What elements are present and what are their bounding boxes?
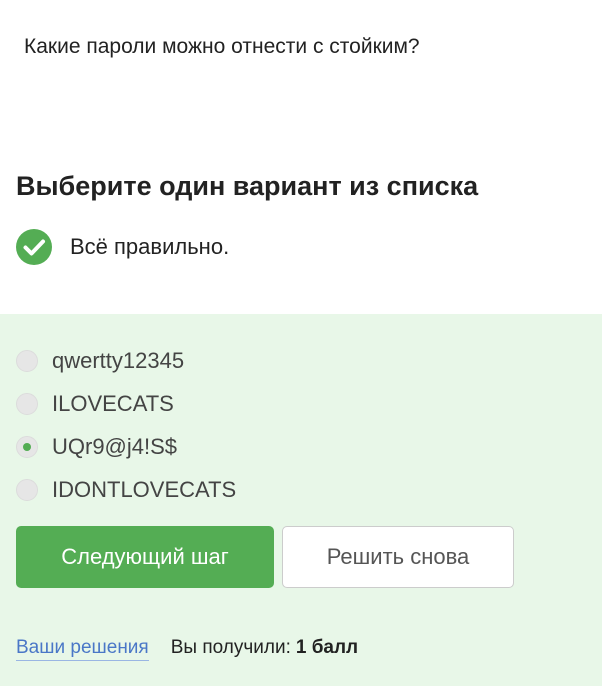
option-label[interactable]: ILOVECATS [52, 391, 174, 417]
step-page: Какие пароли можно отнести с стойким? Вы… [0, 0, 602, 686]
option-item[interactable]: IDONTLOVECATS [16, 468, 236, 511]
question-text: Какие пароли можно отнести с стойким? [24, 35, 420, 58]
feedback-text: Всё правильно. [70, 234, 230, 259]
answer-panel: qwertty12345 ILOVECATS UQr9@j4!S$ IDONTL… [0, 314, 602, 686]
check-circle-icon [16, 229, 52, 265]
options-list: qwertty12345 ILOVECATS UQr9@j4!S$ IDONTL… [16, 339, 236, 511]
result-footer: Ваши решения Вы получили: 1 балл [16, 637, 358, 661]
action-buttons: Следующий шаг Решить снова [16, 526, 514, 588]
feedback-correct: Всё правильно. [16, 229, 229, 265]
next-step-button[interactable]: Следующий шаг [16, 526, 274, 588]
radio-button[interactable] [16, 478, 38, 501]
score-summary: Вы получили: 1 балл [171, 637, 358, 659]
your-solutions-link[interactable]: Ваши решения [16, 637, 149, 661]
option-label[interactable]: qwertty12345 [52, 348, 184, 374]
option-item[interactable]: UQr9@j4!S$ [16, 425, 236, 468]
radio-button[interactable] [16, 349, 38, 372]
score-label: Вы получили: [170, 637, 291, 658]
radio-button-selected[interactable] [16, 435, 38, 458]
score-value: 1 балл [295, 637, 359, 658]
radio-button[interactable] [16, 392, 38, 415]
retry-button[interactable]: Решить снова [282, 526, 514, 588]
option-item[interactable]: ILOVECATS [16, 382, 236, 425]
option-label[interactable]: UQr9@j4!S$ [52, 434, 177, 460]
task-title: Выберите один вариант из списка [16, 171, 479, 201]
option-label[interactable]: IDONTLOVECATS [52, 477, 236, 503]
option-item[interactable]: qwertty12345 [16, 339, 236, 382]
